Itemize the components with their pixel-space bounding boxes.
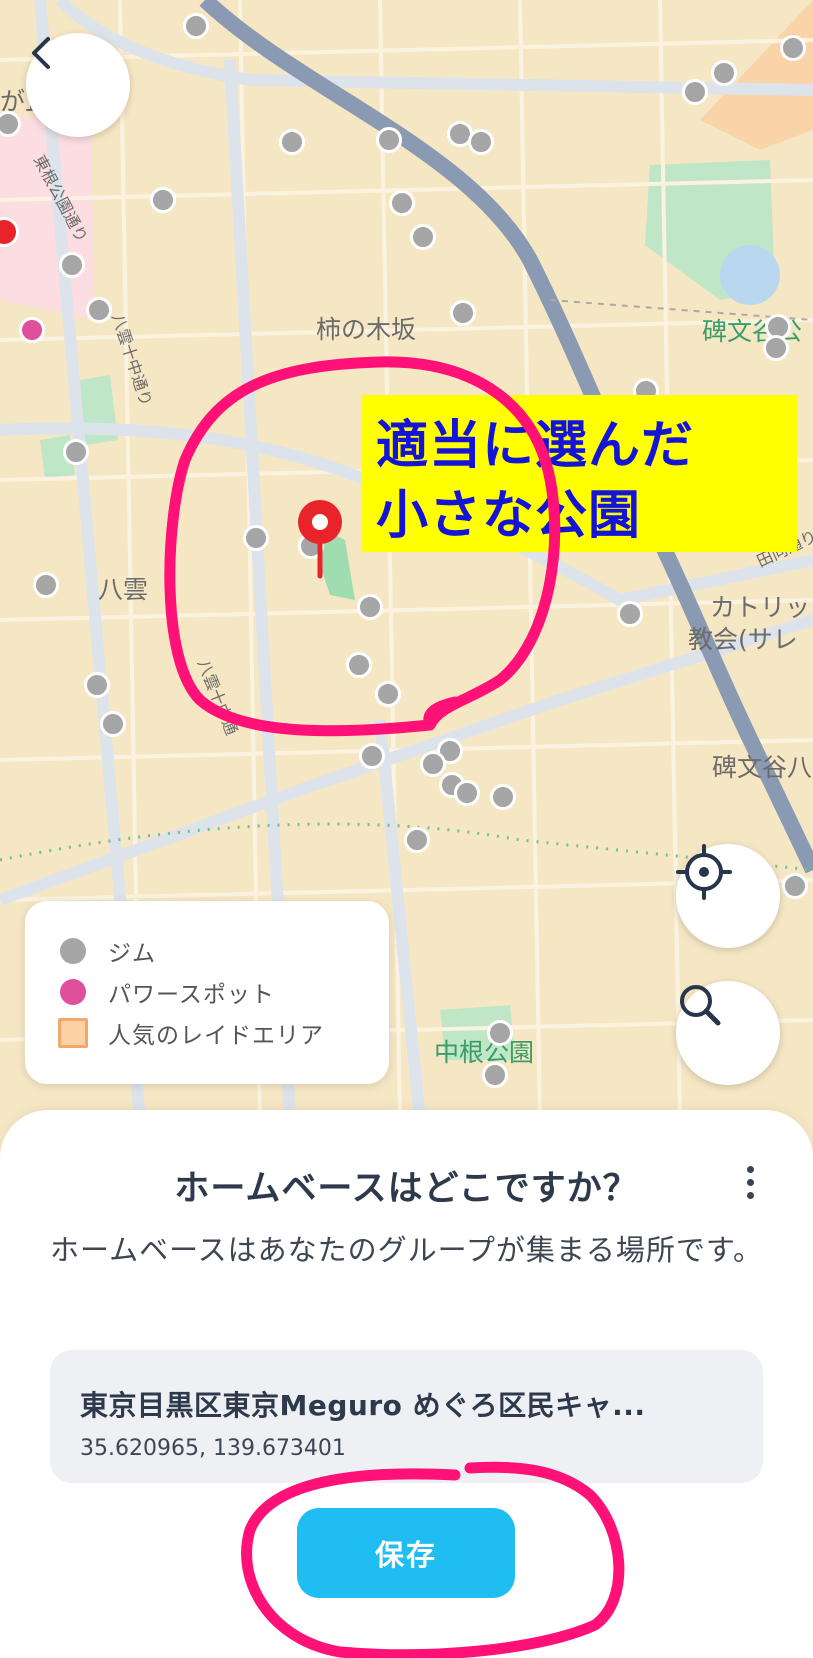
current-location-button[interactable] [676, 844, 780, 948]
place-label: 八雲 [98, 575, 149, 604]
gym-marker[interactable] [763, 335, 789, 361]
place-label: 中根公園 [434, 1038, 535, 1067]
power-spot-marker[interactable] [19, 317, 45, 343]
gym-marker[interactable] [33, 572, 59, 598]
legend-item-power-spot: パワースポット [60, 974, 275, 1010]
bottom-sheet: ホームベースはどこですか？ ホームベースはあなたのグループが集まる場所です。 東… [0, 1110, 813, 1658]
legend-label: パワースポット [108, 982, 275, 1008]
legend-label: 人気のレイドエリア [108, 1023, 324, 1049]
gym-marker[interactable] [468, 129, 494, 155]
gym-marker[interactable] [487, 1020, 513, 1046]
orange-square-icon [58, 1018, 88, 1048]
gym-marker[interactable] [782, 873, 808, 899]
gray-circle-icon [60, 938, 86, 964]
gym-marker[interactable] [420, 751, 446, 777]
place-label: 碑文谷八 [712, 753, 813, 782]
gym-marker[interactable] [404, 827, 430, 853]
annotation-callout: 適当に選んだ 小さな公園 [361, 395, 797, 552]
search-icon [680, 985, 721, 1026]
gym-marker[interactable] [84, 672, 110, 698]
gym-marker[interactable] [711, 60, 737, 86]
gym-marker[interactable] [243, 525, 269, 551]
legend-item-gym: ジム [60, 933, 156, 969]
gym-marker[interactable] [410, 224, 436, 250]
place-label: カトリッ [710, 593, 811, 622]
gym-marker[interactable] [279, 129, 305, 155]
map-legend: ジム パワースポット 人気のレイドエリア [25, 901, 389, 1084]
gym-marker[interactable] [150, 187, 176, 213]
place-label: 柿の木坂 [316, 315, 417, 344]
location-name: 東京目黒区東京Meguro めぐろ区民キャ... [80, 1389, 646, 1422]
legend-label: ジム [108, 941, 156, 967]
pond [720, 245, 780, 305]
gym-marker[interactable] [86, 297, 112, 323]
place-label: 教会(サレ [688, 625, 798, 654]
gym-marker[interactable] [100, 711, 126, 737]
sheet-description: ホームベースはあなたのグループが集まる場所です。 [49, 1233, 764, 1267]
chevron-left-icon [32, 37, 50, 69]
sheet-title: ホームベースはどこですか？ [174, 1169, 639, 1209]
map-view[interactable]: 東根公園通り 八雲十中通り 八雲十中通 田向通り が丘 柿の木坂 八雲 碑文谷公… [0, 0, 813, 1120]
back-button[interactable] [26, 33, 130, 137]
gym-marker[interactable] [63, 439, 89, 465]
location-coordinates: 35.620965, 139.673401 [80, 1436, 346, 1461]
gym-marker[interactable] [454, 780, 480, 806]
location-pin-icon[interactable] [295, 498, 345, 580]
gym-marker[interactable] [682, 79, 708, 105]
search-button[interactable] [676, 981, 780, 1085]
save-button[interactable]: 保存 [297, 1508, 515, 1598]
pink-circle-icon [60, 979, 86, 1005]
gym-marker[interactable] [376, 127, 402, 153]
gym-marker[interactable] [780, 35, 806, 61]
gym-marker[interactable] [375, 681, 401, 707]
legend-item-raid-area: 人気のレイドエリア [58, 1015, 324, 1051]
more-options-icon[interactable] [735, 1162, 765, 1206]
gym-marker[interactable] [617, 601, 643, 627]
callout-line-1: 適当に選んだ [376, 416, 695, 476]
gym-marker[interactable] [359, 743, 385, 769]
gym-marker[interactable] [450, 300, 476, 326]
callout-line-2: 小さな公園 [376, 486, 642, 546]
gym-marker[interactable] [59, 252, 85, 278]
gym-marker[interactable] [389, 190, 415, 216]
crosshair-icon [676, 844, 732, 900]
gym-marker[interactable] [357, 594, 383, 620]
gym-marker[interactable] [183, 13, 209, 39]
gym-marker[interactable] [346, 652, 372, 678]
gym-marker[interactable] [490, 784, 516, 810]
gym-marker[interactable] [482, 1062, 508, 1088]
location-card[interactable]: 東京目黒区東京Meguro めぐろ区民キャ... 35.620965, 139.… [50, 1350, 763, 1483]
